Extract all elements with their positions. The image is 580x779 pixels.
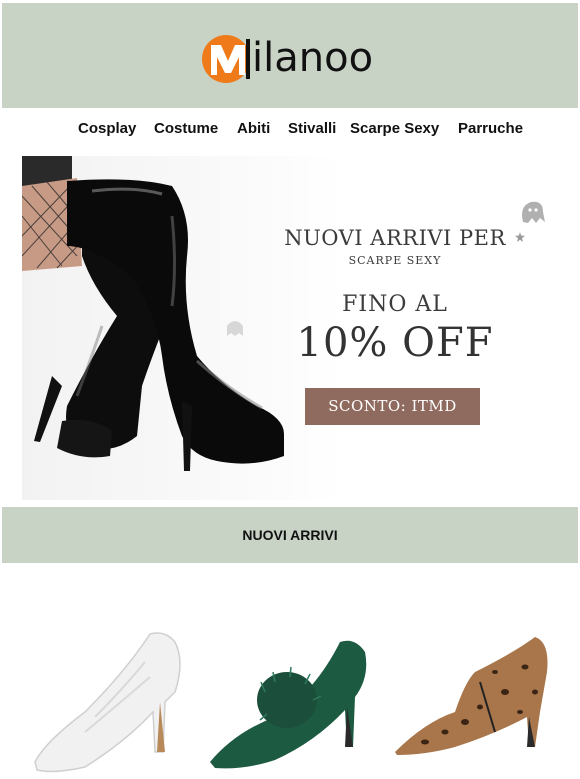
new-arrivals-section-header: NUOVI ARRIVI (2, 507, 578, 563)
ghost-icon (522, 201, 545, 223)
promo-discount-label: FINO AL (342, 292, 448, 317)
white-pump-image (34, 632, 181, 773)
milanoo-logo[interactable]: ilanoo (198, 33, 388, 87)
nav-item-costume[interactable]: Costume (154, 120, 218, 137)
leopard-bootie-image (395, 637, 548, 755)
product-green-fur-pump[interactable] (205, 622, 375, 774)
nav-item-stivalli[interactable]: Stivalli (288, 120, 336, 137)
nav-item-cosplay[interactable]: Cosplay (78, 120, 136, 137)
header: ilanoo (2, 3, 578, 108)
product-leopard-bootie[interactable] (385, 622, 555, 774)
category-nav: Cosplay Costume Abiti Stivalli Scarpe Se… (0, 118, 580, 142)
star-icon (515, 232, 525, 242)
product-white-pump[interactable] (25, 622, 195, 774)
promo-discount-value: 10% OFF (296, 320, 494, 366)
nav-item-parruche[interactable]: Parruche (458, 120, 523, 137)
nav-item-abiti[interactable]: Abiti (237, 120, 270, 137)
thigh-high-boots-image (22, 156, 284, 471)
promo-heading: NUOVI ARRIVI PER (284, 226, 506, 250)
nav-item-scarpe-sexy[interactable]: Scarpe Sexy (350, 120, 439, 137)
logo-text: ilanoo (252, 35, 374, 81)
green-fur-pump-image (210, 640, 367, 769)
logo-m-letter (211, 39, 250, 79)
promo-subheading: SCARPE SEXY (348, 254, 442, 267)
promo-banner[interactable]: NUOVI ARRIVI PER SCARPE SEXY FINO AL 10%… (22, 156, 557, 500)
section-title: NUOVI ARRIVI (242, 527, 338, 543)
coupon-code-button[interactable]: SCONTO: ITMD (305, 388, 480, 425)
